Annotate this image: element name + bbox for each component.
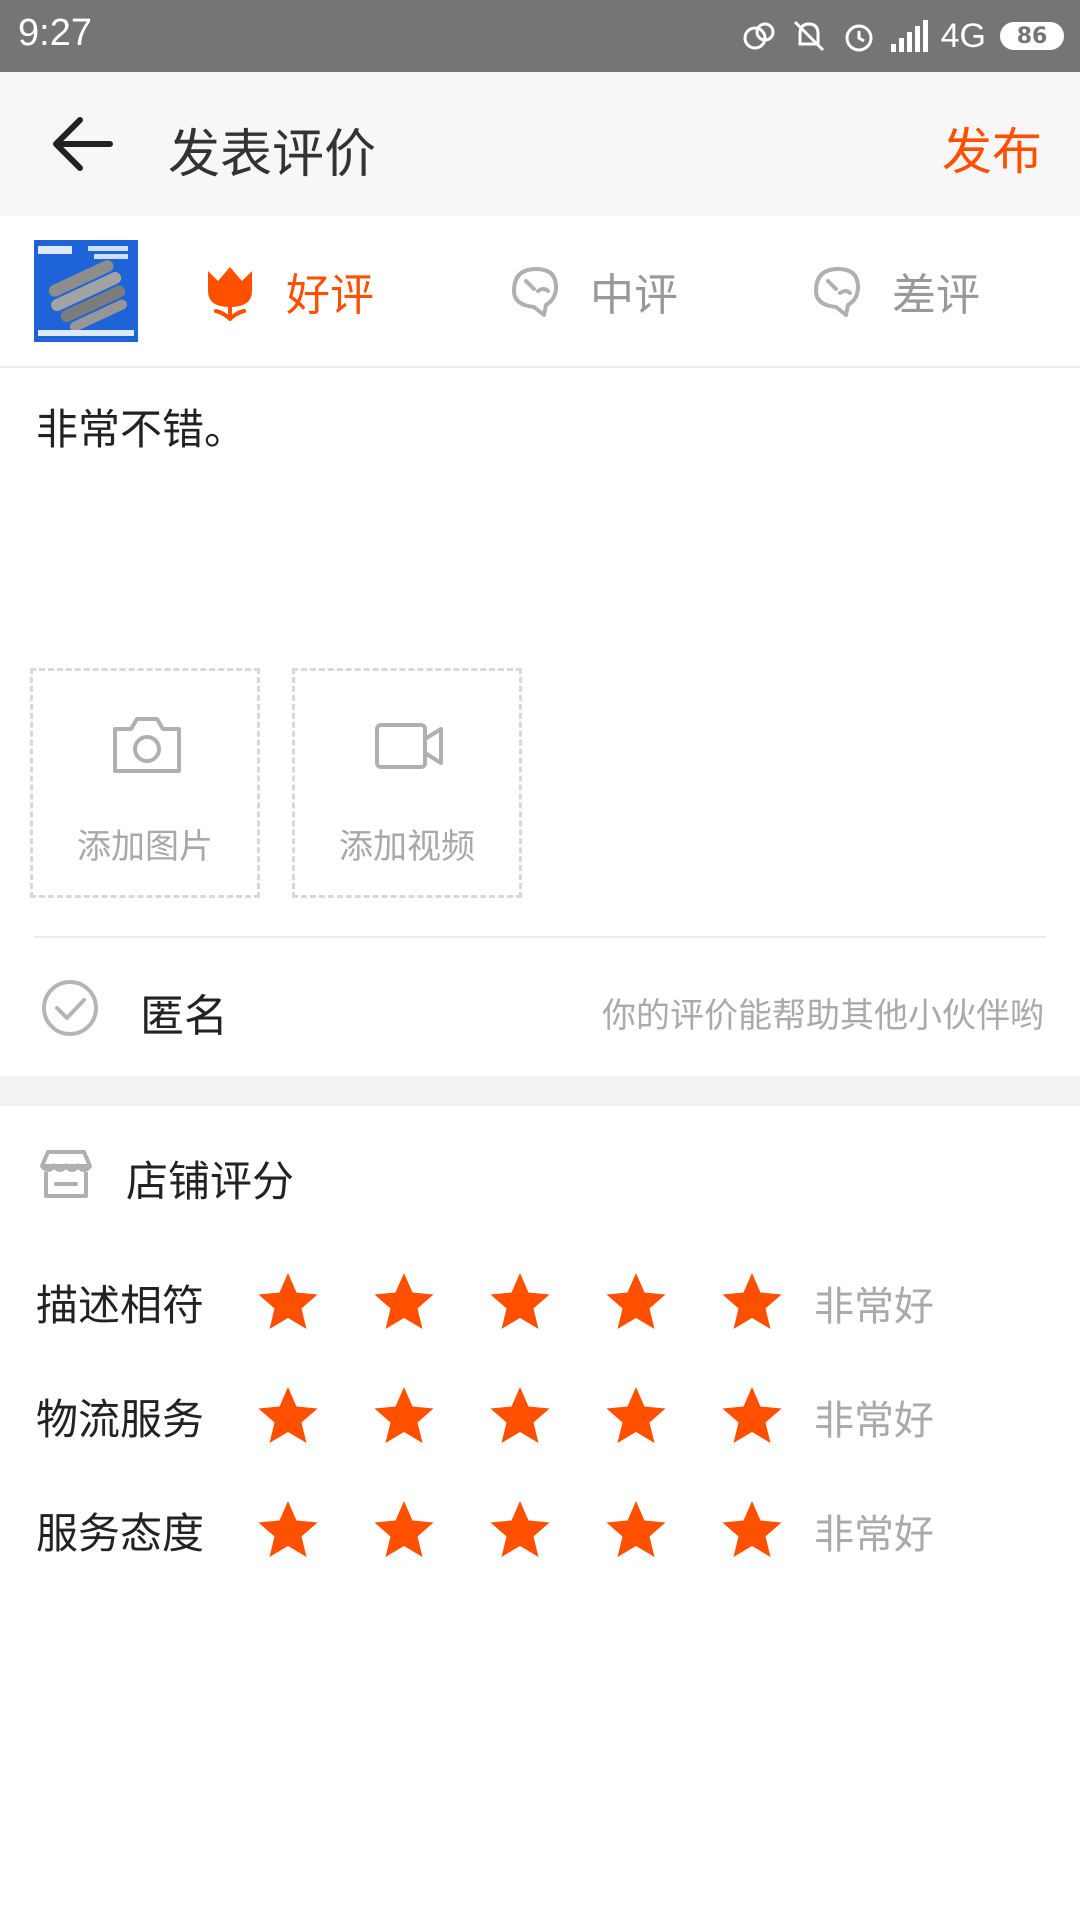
check-circle-icon[interactable] [40, 978, 100, 1038]
star-icon[interactable] [720, 1498, 784, 1562]
comment-textarea[interactable]: 非常不错。 [36, 396, 246, 457]
mute-bell-icon [793, 20, 824, 52]
rating-options: 好评 中评 差评 [0, 216, 1080, 368]
sad-face-icon [512, 267, 558, 317]
star-icon[interactable] [604, 1384, 668, 1448]
star-icon[interactable] [256, 1270, 320, 1334]
rating-option-label: 好评 [286, 270, 374, 321]
tulip-icon [208, 267, 252, 321]
shop-icon [40, 1150, 92, 1198]
star-icon[interactable] [488, 1384, 552, 1448]
rating-row-value: 非常好 [814, 1512, 934, 1558]
anonymous-label[interactable]: 匿名 [140, 980, 228, 1044]
rating-option-good[interactable]: 好评 [200, 256, 374, 326]
star-icon[interactable] [372, 1498, 436, 1562]
star-icon[interactable] [372, 1270, 436, 1334]
star-icon[interactable] [488, 1270, 552, 1334]
rating-option-label: 中评 [590, 270, 678, 321]
star-icon[interactable] [720, 1270, 784, 1334]
star-icon[interactable] [372, 1384, 436, 1448]
rating-option-label: 差评 [892, 270, 980, 321]
rating-row-description: 描述相符 非常好 [0, 1262, 1080, 1342]
publish-button[interactable]: 发布 [942, 112, 1042, 184]
camera-icon [113, 717, 181, 773]
add-photo-button[interactable]: 添加图片 [30, 668, 260, 898]
star-icon[interactable] [256, 1498, 320, 1562]
status-time: 9:27 [18, 12, 92, 54]
section-separator [0, 1076, 1080, 1106]
status-bar: 9:27 4G 86 [0, 0, 1080, 72]
star-icon[interactable] [720, 1384, 784, 1448]
link-icon [743, 22, 775, 50]
status-icons: 4G 86 [741, 14, 1064, 58]
rating-row-label: 物流服务 [36, 1395, 205, 1444]
alarm-icon [845, 24, 873, 52]
star-icon[interactable] [604, 1270, 668, 1334]
star-icon[interactable] [256, 1384, 320, 1448]
add-photo-label: 添加图片 [77, 827, 213, 867]
rating-option-neutral[interactable]: 中评 [504, 256, 678, 326]
app-header: 发表评价 发布 [0, 72, 1080, 216]
back-arrow-icon[interactable] [52, 116, 114, 172]
star-icon[interactable] [604, 1498, 668, 1562]
battery-indicator: 86 [1000, 22, 1064, 50]
rating-row-value: 非常好 [814, 1398, 934, 1444]
add-video-label: 添加视频 [339, 827, 475, 867]
rating-row-value: 非常好 [814, 1284, 934, 1330]
rating-row-label: 描述相符 [36, 1281, 205, 1330]
video-icon [375, 723, 443, 769]
anonymous-hint: 你的评价能帮助其他小伙伴哟 [602, 996, 1044, 1036]
page-title: 发表评价 [168, 125, 377, 185]
rating-option-bad[interactable]: 差评 [806, 256, 980, 326]
sad-face-icon [814, 267, 860, 317]
network-type: 4G [940, 16, 986, 55]
rating-row-logistics: 物流服务 非常好 [0, 1376, 1080, 1456]
product-thumbnail [34, 240, 138, 342]
divider [34, 936, 1046, 938]
shop-rating-title: 店铺评分 [126, 1157, 295, 1206]
star-icon[interactable] [488, 1498, 552, 1562]
rating-row-service: 服务态度 非常好 [0, 1490, 1080, 1570]
signal-icon [890, 20, 928, 52]
rating-row-label: 服务态度 [36, 1509, 205, 1558]
add-video-button[interactable]: 添加视频 [292, 668, 522, 898]
